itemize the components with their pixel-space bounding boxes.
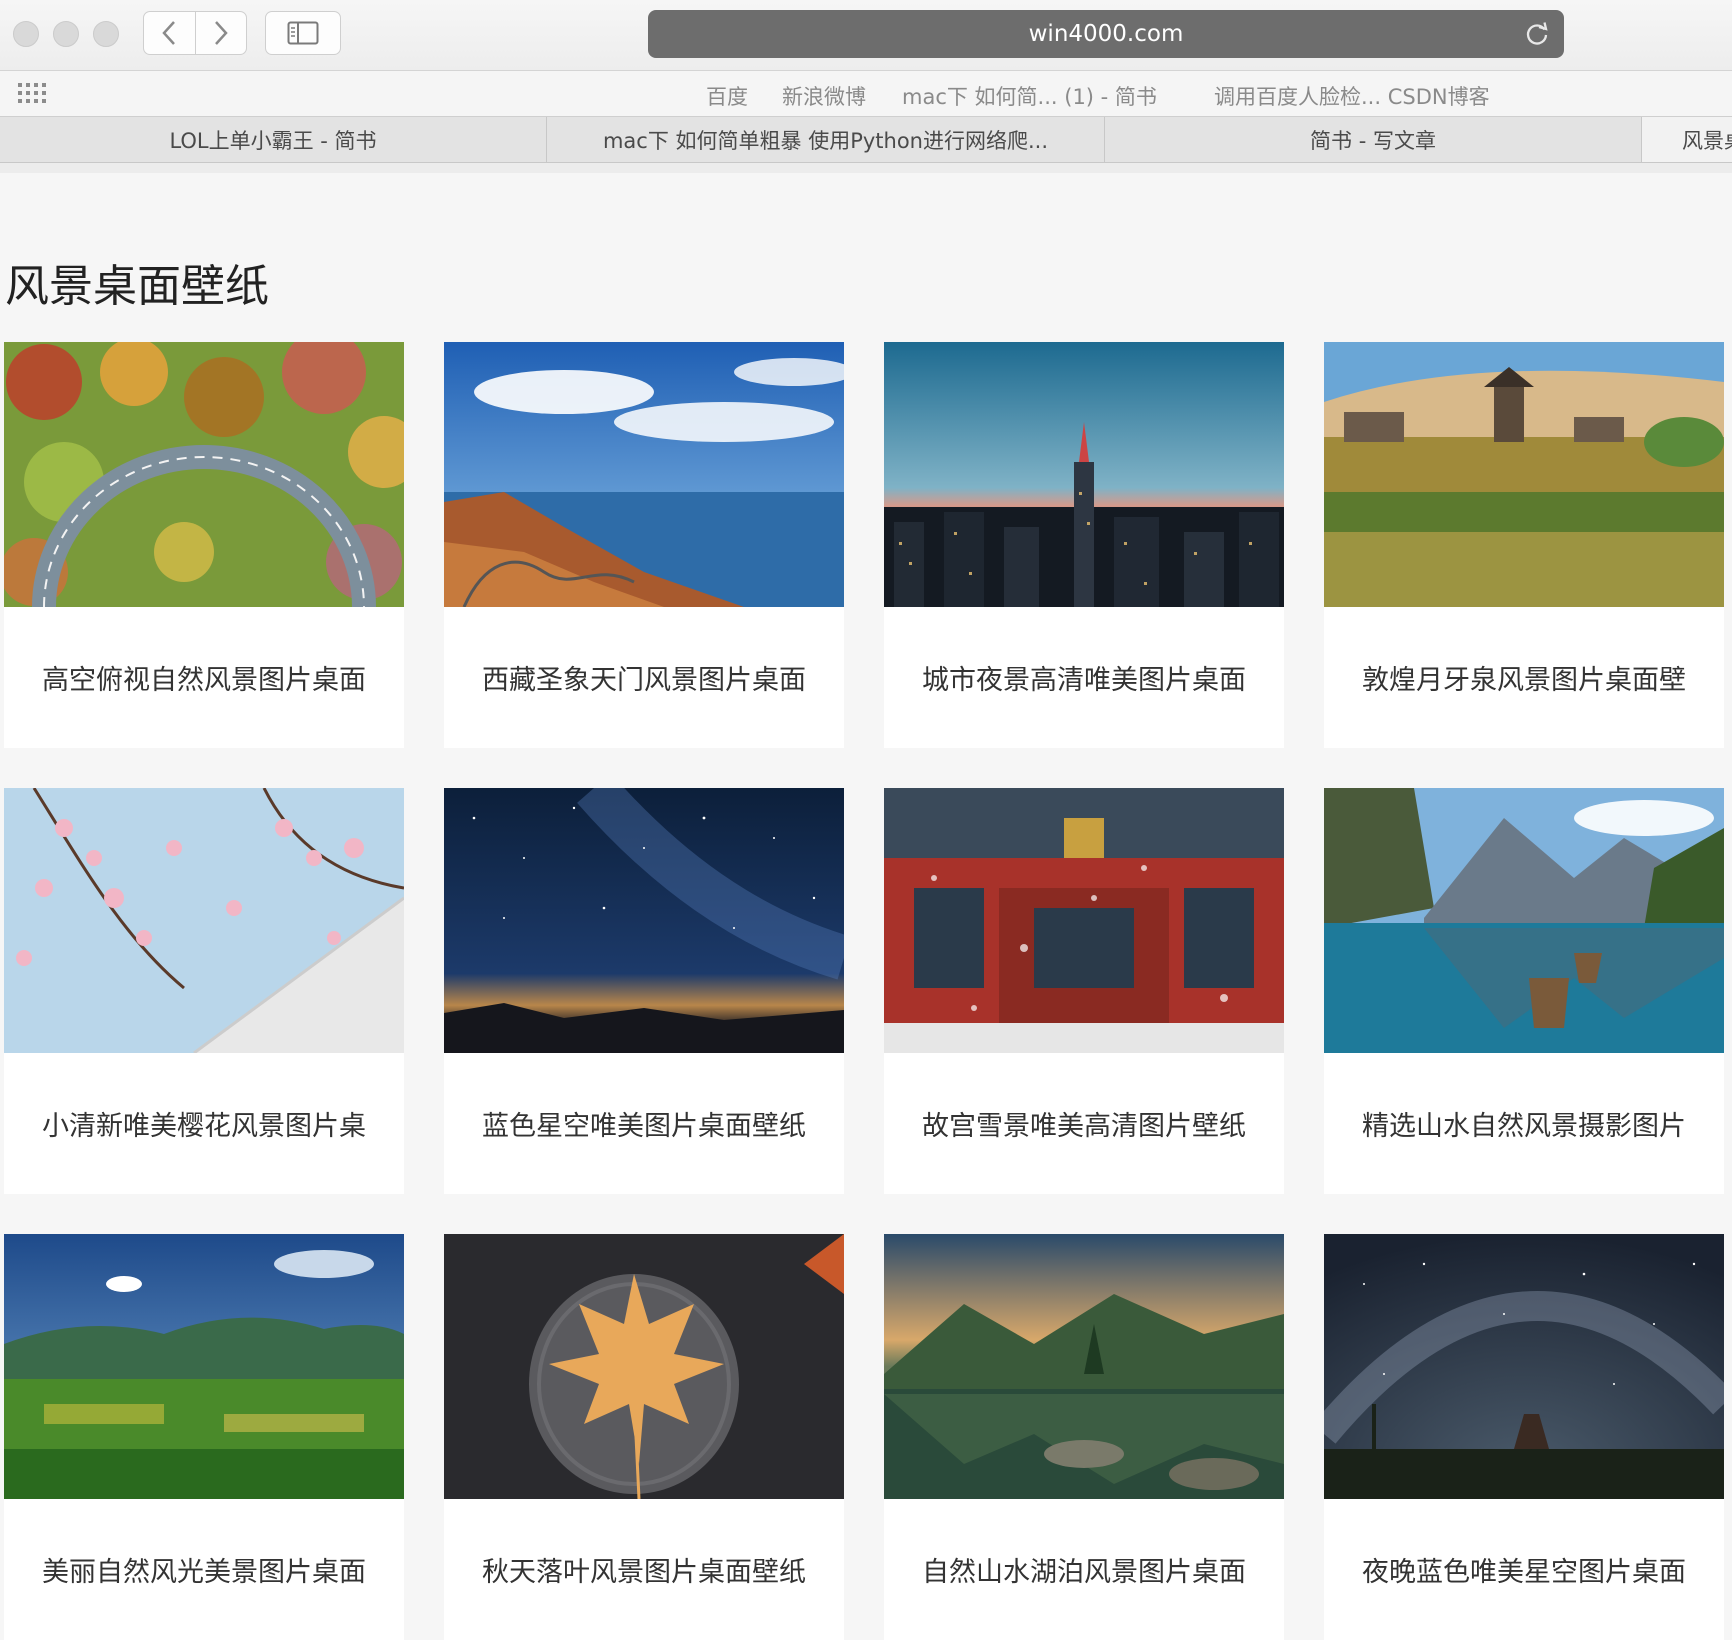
tab-lol[interactable]: LOL上单小霸王 - 简书: [0, 117, 547, 162]
wallpaper-thumbnail[interactable]: [884, 788, 1284, 1053]
tab-bar: LOL上单小霸王 - 简书 mac下 如何简单粗暴 使用Python进行网络爬.…: [0, 117, 1732, 163]
lake-reflection-image: [884, 1234, 1284, 1499]
page-title: 风景桌面壁纸: [5, 261, 269, 312]
sidebar-icon: [287, 21, 319, 45]
back-button[interactable]: [144, 12, 195, 54]
wallpaper-card[interactable]: 西藏圣象天门风景图片桌面: [444, 342, 844, 748]
chevron-right-icon: [214, 21, 228, 45]
wallpaper-thumbnail[interactable]: [444, 788, 844, 1053]
wallpaper-caption[interactable]: 蓝色星空唯美图片桌面壁纸: [444, 1053, 844, 1194]
reload-icon[interactable]: [1524, 21, 1550, 47]
green-valley-image: [4, 1234, 404, 1499]
wallpaper-thumbnail[interactable]: [4, 1234, 404, 1499]
chevron-left-icon: [162, 21, 176, 45]
wallpaper-thumbnail[interactable]: [4, 342, 404, 607]
wallpaper-card[interactable]: 秋天落叶风景图片桌面壁纸: [444, 1234, 844, 1640]
mountain-lake-image: [1324, 788, 1724, 1053]
favorite-weibo[interactable]: 新浪微博: [782, 81, 866, 111]
browser-toolbar: win4000.com: [0, 0, 1732, 71]
close-window-button[interactable]: [13, 21, 39, 47]
wallpaper-caption[interactable]: 精选山水自然风景摄影图片: [1324, 1053, 1724, 1194]
sidebar-toggle-button[interactable]: [265, 11, 341, 55]
wallpaper-thumbnail[interactable]: [444, 1234, 844, 1499]
wallpaper-thumbnail[interactable]: [1324, 788, 1724, 1053]
address-bar[interactable]: win4000.com: [648, 10, 1564, 58]
wallpaper-card[interactable]: 小清新唯美樱花风景图片桌: [4, 788, 404, 1194]
show-all-bookmarks-icon[interactable]: [18, 83, 48, 105]
wallpaper-card[interactable]: 敦煌月牙泉风景图片桌面壁: [1324, 342, 1724, 748]
url-text: win4000.com: [1028, 21, 1184, 47]
forest-road-image: [4, 342, 404, 607]
wallpaper-card[interactable]: 城市夜景高清唯美图片桌面: [884, 342, 1284, 748]
wallpaper-caption[interactable]: 秋天落叶风景图片桌面壁纸: [444, 1499, 844, 1640]
wallpaper-thumbnail[interactable]: [884, 342, 1284, 607]
tab-content-divider: [0, 163, 1732, 173]
wallpaper-caption[interactable]: 西藏圣象天门风景图片桌面: [444, 607, 844, 748]
minimize-window-button[interactable]: [53, 21, 79, 47]
wallpaper-caption[interactable]: 敦煌月牙泉风景图片桌面壁: [1324, 607, 1724, 748]
tab-wallpaper-active[interactable]: 风景桌: [1642, 117, 1732, 162]
wallpaper-card[interactable]: 美丽自然风光美景图片桌面: [4, 1234, 404, 1640]
wallpaper-card[interactable]: 精选山水自然风景摄影图片: [1324, 788, 1724, 1194]
tab-jianshu-write[interactable]: 简书 - 写文章: [1105, 117, 1642, 162]
dunhuang-image: [1324, 342, 1724, 607]
forward-button[interactable]: [194, 12, 247, 54]
favorite-csdn[interactable]: 调用百度人脸检... CSDN博客: [1214, 81, 1490, 111]
wallpaper-card[interactable]: 故宫雪景唯美高清图片壁纸: [884, 788, 1284, 1194]
wallpaper-card[interactable]: 夜晚蓝色唯美星空图片桌面: [1324, 1234, 1724, 1640]
starry-sky-image: [444, 788, 844, 1053]
wallpaper-thumbnail[interactable]: [1324, 1234, 1724, 1499]
wallpaper-caption[interactable]: 城市夜景高清唯美图片桌面: [884, 607, 1284, 748]
favorite-jianshu-mac[interactable]: mac下 如何简... (1) - 简书: [902, 81, 1157, 111]
maple-leaf-image: [444, 1234, 844, 1499]
forbidden-city-image: [884, 788, 1284, 1053]
favorite-baidu[interactable]: 百度: [706, 81, 748, 111]
wallpaper-caption[interactable]: 美丽自然风光美景图片桌面: [4, 1499, 404, 1640]
wallpaper-caption[interactable]: 小清新唯美樱花风景图片桌: [4, 1053, 404, 1194]
wallpaper-thumbnail[interactable]: [4, 788, 404, 1053]
tibet-lake-image: [444, 342, 844, 607]
tab-python-crawler[interactable]: mac下 如何简单粗暴 使用Python进行网络爬...: [547, 117, 1105, 162]
zoom-window-button[interactable]: [93, 21, 119, 47]
wallpaper-thumbnail[interactable]: [444, 342, 844, 607]
favorites-bar: 百度 新浪微博 mac下 如何简... (1) - 简书 调用百度人脸检... …: [0, 71, 1732, 117]
wallpaper-caption[interactable]: 夜晚蓝色唯美星空图片桌面: [1324, 1499, 1724, 1640]
wallpaper-thumbnail[interactable]: [1324, 342, 1724, 607]
navigation-buttons: [143, 11, 247, 55]
wallpaper-thumbnail[interactable]: [884, 1234, 1284, 1499]
wallpaper-card[interactable]: 高空俯视自然风景图片桌面: [4, 342, 404, 748]
sakura-image: [4, 788, 404, 1053]
wallpaper-caption[interactable]: 故宫雪景唯美高清图片壁纸: [884, 1053, 1284, 1194]
wallpaper-caption[interactable]: 自然山水湖泊风景图片桌面: [884, 1499, 1284, 1640]
wallpaper-caption[interactable]: 高空俯视自然风景图片桌面: [4, 607, 404, 748]
city-night-image: [884, 342, 1284, 607]
wallpaper-card[interactable]: 自然山水湖泊风景图片桌面: [884, 1234, 1284, 1640]
milky-way-image: [1324, 1234, 1724, 1499]
wallpaper-card[interactable]: 蓝色星空唯美图片桌面壁纸: [444, 788, 844, 1194]
